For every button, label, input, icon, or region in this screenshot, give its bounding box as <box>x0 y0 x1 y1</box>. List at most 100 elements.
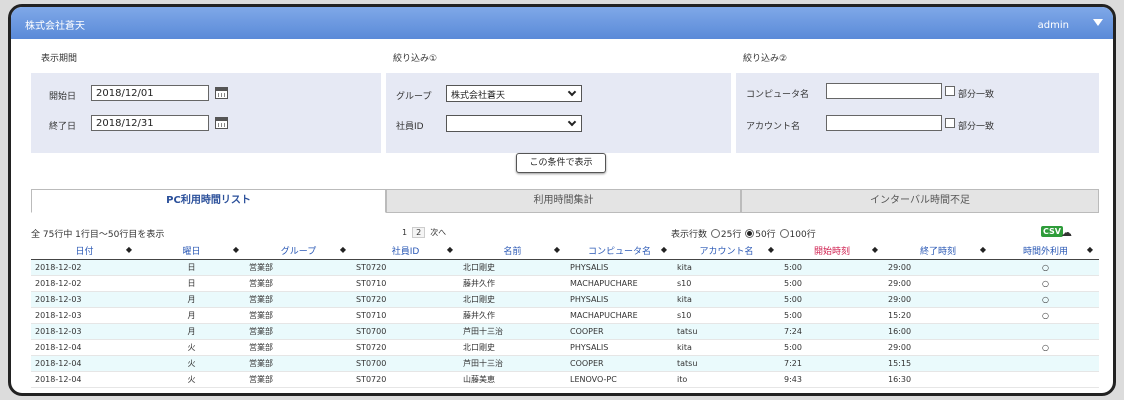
cloud-download-icon[interactable]: ☁ <box>1061 226 1072 239</box>
column-header-overtime[interactable]: 時間外利用 ◆ <box>992 242 1099 260</box>
top-bar: 株式会社蒼天 admin <box>11 7 1113 39</box>
narrow2-box: コンピュータ名 部分一致 アカウント名 部分一致 <box>736 73 1099 153</box>
cell-weekday: 月 <box>138 291 245 308</box>
next-page-link[interactable]: 次へ <box>427 227 449 238</box>
cell-group: 営業部 <box>245 339 352 356</box>
narrow1-section: 絞り込み① <box>383 51 731 65</box>
table-row[interactable]: 2018-12-04 火営業部 ST0720 山藤美恵 LENOVO-PC ito 9:43… <box>31 371 1099 388</box>
chevron-down-icon[interactable] <box>1093 19 1103 26</box>
cell-computer-name: LENOVO-PC <box>566 371 673 388</box>
cell-start-time: 5:00 <box>780 307 884 324</box>
cell-name: 山藤美恵 <box>459 371 566 388</box>
cell-computer-name: COOPER <box>566 355 673 372</box>
sort-icon[interactable]: ◆ <box>768 245 774 254</box>
sort-icon[interactable]: ◆ <box>980 245 986 254</box>
app-window: 株式会社蒼天 admin 表示期間 開始日 終了日 絞り込み① <box>8 4 1116 396</box>
rows-25-label: 25行 <box>720 230 742 240</box>
cell-overtime: ○ <box>992 307 1099 324</box>
sort-icon[interactable]: ◆ <box>340 245 346 254</box>
group-label: グループ <box>396 92 432 102</box>
sort-icon[interactable]: ◆ <box>1087 245 1093 254</box>
table-row[interactable]: 2018-12-03 月営業部 ST0720 北口剛史 PHYSALIS kita 5:00… <box>31 291 1099 308</box>
cell-date: 2018-12-04 <box>31 355 138 372</box>
cell-employee-id: ST0710 <box>352 275 459 292</box>
sort-icon[interactable]: ◆ <box>554 245 560 254</box>
table-row[interactable]: 2018-12-03 月営業部 ST0710 藤井久作 MACHAPUCHARE s10 5… <box>31 307 1099 324</box>
table-row[interactable]: 2018-12-02 日営業部 ST0710 藤井久作 MACHAPUCHARE s10 5… <box>31 275 1099 292</box>
column-header-label: 時間外利用 <box>1022 246 1068 257</box>
tab-pc-usage-list[interactable]: PC利用時間リスト <box>31 189 386 213</box>
column-header-start-time[interactable]: 開始時刻 ◆ <box>780 242 884 260</box>
column-header-computer-name[interactable]: コンピュータ名 ◆ <box>566 242 673 260</box>
column-header-label: コンピュータ名 <box>587 246 651 257</box>
cell-start-time: 5:00 <box>780 259 884 276</box>
sort-icon[interactable]: ◆ <box>661 245 667 254</box>
calendar-icon[interactable] <box>215 87 228 99</box>
calendar-icon[interactable] <box>215 117 228 129</box>
sort-icon[interactable]: ◆ <box>233 245 239 254</box>
account-name-input[interactable] <box>826 115 942 131</box>
show-with-conditions-button[interactable]: この条件で表示 <box>516 153 606 173</box>
tab-interval-shortage[interactable]: インターバル時間不足 <box>741 189 1099 213</box>
narrow1-box: グループ 株式会社蒼天 社員ID <box>386 73 731 153</box>
column-header-label: アカウント名 <box>699 246 754 257</box>
narrow2-section: 絞り込み② <box>733 51 1099 65</box>
sort-icon[interactable]: ◆ <box>447 245 453 254</box>
computer-name-input[interactable] <box>826 83 942 99</box>
cell-account-name: kita <box>673 339 780 356</box>
column-header-weekday[interactable]: 曜日 ◆ <box>138 242 245 260</box>
narrow2-title: 絞り込み② <box>743 54 788 64</box>
period-title: 表示期間 <box>41 54 78 64</box>
column-header-name[interactable]: 名前 ◆ <box>459 242 566 260</box>
narrow1-title: 絞り込み① <box>393 54 438 64</box>
cell-weekday: 火 <box>138 339 245 356</box>
employee-id-label: 社員ID <box>396 122 424 132</box>
chevron-down-icon <box>567 117 577 127</box>
cell-name: 北口剛史 <box>459 339 566 356</box>
cell-start-time: 5:00 <box>780 339 884 356</box>
cell-end-time: 29:00 <box>884 339 992 356</box>
table-row[interactable]: 2018-12-04 火営業部 ST0700 芦田十三治 COOPER tatsu 7:21… <box>31 355 1099 372</box>
user-menu[interactable]: admin <box>1038 20 1069 31</box>
cell-employee-id: ST0700 <box>352 355 459 372</box>
cell-computer-name: MACHAPUCHARE <box>566 275 673 292</box>
table-row[interactable]: 2018-12-02 日営業部 ST0720 北口剛史 PHYSALIS kita 5:00… <box>31 259 1099 276</box>
page-link-1[interactable]: 1 <box>399 228 410 237</box>
table-row[interactable]: 2018-12-04 火営業部 ST0720 北口剛史 PHYSALIS kita 5:00… <box>31 339 1099 356</box>
account-name-label: アカウント名 <box>746 122 801 132</box>
cell-end-time: 29:00 <box>884 275 992 292</box>
table-row[interactable]: 2018-12-03 月営業部 ST0700 芦田十三治 COOPER tatsu 7:24… <box>31 323 1099 340</box>
cell-weekday: 火 <box>138 355 245 372</box>
account-partial-checkbox[interactable] <box>945 118 955 128</box>
cell-account-name: kita <box>673 291 780 308</box>
csv-download-button[interactable]: CSV <box>1041 226 1063 237</box>
sort-icon[interactable]: ◆ <box>126 245 132 254</box>
cell-computer-name: COOPER <box>566 323 673 340</box>
cell-weekday: 火 <box>138 371 245 388</box>
column-header-date[interactable]: 日付 ◆ <box>31 242 138 260</box>
group-select-value: 株式会社蒼天 <box>451 91 506 101</box>
end-date-input[interactable] <box>91 115 209 131</box>
cell-start-time: 5:00 <box>780 275 884 292</box>
sort-icon[interactable]: ◆ <box>872 245 878 254</box>
column-header-account-name[interactable]: アカウント名 ◆ <box>673 242 780 260</box>
cell-account-name: kita <box>673 259 780 276</box>
cell-weekday: 月 <box>138 323 245 340</box>
computer-partial-checkbox[interactable] <box>945 86 955 96</box>
group-select[interactable]: 株式会社蒼天 <box>446 85 582 102</box>
cell-group: 営業部 <box>245 355 352 372</box>
column-header-end-time[interactable]: 終了時刻 ◆ <box>884 242 992 260</box>
rows-25-radio[interactable] <box>710 229 720 238</box>
table-body: 2018-12-02 日営業部 ST0720 北口剛史 PHYSALIS kita 5:00… <box>31 259 1099 388</box>
rows-50-radio[interactable] <box>745 229 755 238</box>
start-date-input[interactable] <box>91 85 209 101</box>
column-header-group[interactable]: グループ ◆ <box>245 242 352 260</box>
page-link-2[interactable]: 2 <box>412 227 426 238</box>
cell-start-time: 5:00 <box>780 291 884 308</box>
usage-table: 日付 ◆ 曜日 ◆ グループ ◆ 社員ID ◆ 名前 ◆ コンピュータ名 ◆ アカウント名 ◆ 開始時刻 ◆ 終… <box>31 242 1099 388</box>
rows-100-radio[interactable] <box>779 229 789 238</box>
column-header-employee-id[interactable]: 社員ID ◆ <box>352 242 459 260</box>
column-header-label: 曜日 <box>182 246 201 257</box>
employee-id-select[interactable] <box>446 115 582 132</box>
tab-usage-summary[interactable]: 利用時間集計 <box>386 189 741 213</box>
